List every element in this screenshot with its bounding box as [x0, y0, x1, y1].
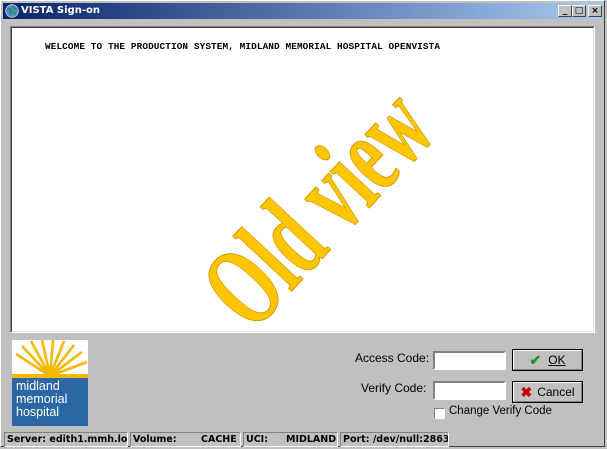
minimize-icon: _: [562, 6, 568, 16]
verify-code-field[interactable]: [433, 381, 506, 401]
uci-label: UCI:: [246, 434, 269, 445]
volume-label: Volume:: [133, 434, 177, 445]
old-view-watermark: Old view: [177, 63, 458, 333]
red-x-icon: ✖: [520, 383, 533, 400]
ok-button-label: OK: [548, 353, 566, 367]
server-value: edith1.mmh.local: [49, 434, 128, 445]
access-code-field[interactable]: [433, 351, 506, 371]
welcome-message: WELCOME TO THE PRODUCTION SYSTEM, MIDLAN…: [45, 41, 441, 52]
sunburst-icon: [12, 340, 88, 378]
title-bar[interactable]: VISTA Sign-on _ □ ×: [3, 3, 603, 19]
midland-memorial-logo: midland memorial hospital: [12, 340, 88, 426]
cancel-button-label: Cancel: [537, 385, 575, 399]
logo-line-3: hospital: [16, 405, 60, 419]
volume-value: CACHE: [201, 434, 237, 445]
port-value: /dev/null:28638: [372, 434, 449, 445]
change-verify-code-checkbox[interactable]: [434, 408, 445, 419]
vista-signon-window: VISTA Sign-on _ □ × WELCOME TO THE PRODU…: [0, 0, 605, 447]
access-code-label: Access Code:: [355, 351, 430, 365]
verify-code-input[interactable]: [435, 385, 504, 401]
verify-code-label: Verify Code:: [361, 381, 427, 395]
close-icon: ×: [591, 6, 599, 16]
watermark-area: Old view: [162, 63, 482, 332]
server-label: Server:: [7, 434, 47, 445]
status-server: Server: edith1.mmh.local: [4, 432, 128, 447]
status-uci: UCI: MIDLAND: [243, 432, 338, 447]
uci-value: MIDLAND: [286, 434, 337, 445]
status-volume: Volume: CACHE: [130, 432, 241, 447]
minimize-button[interactable]: _: [558, 5, 572, 17]
access-code-input[interactable]: [435, 355, 504, 371]
maximize-button[interactable]: □: [572, 5, 586, 17]
ok-button-face: ✔ OK: [513, 350, 582, 370]
status-port: Port: /dev/null:28638: [340, 432, 449, 447]
ok-button[interactable]: ✔ OK: [512, 349, 583, 371]
port-label: Port:: [343, 434, 370, 445]
intro-message-inner: WELCOME TO THE PRODUCTION SYSTEM, MIDLAN…: [11, 27, 594, 332]
cancel-button[interactable]: ✖ Cancel: [512, 381, 583, 403]
close-button[interactable]: ×: [588, 5, 602, 17]
globe-icon: [5, 4, 19, 18]
intro-message-panel[interactable]: WELCOME TO THE PRODUCTION SYSTEM, MIDLAN…: [10, 26, 595, 333]
cancel-button-face: ✖ Cancel: [513, 382, 582, 402]
maximize-icon: □: [574, 6, 584, 16]
change-verify-code-label[interactable]: Change Verify Code: [449, 405, 552, 417]
window-title: VISTA Sign-on: [21, 5, 100, 16]
checkmark-icon: ✔: [529, 351, 542, 368]
